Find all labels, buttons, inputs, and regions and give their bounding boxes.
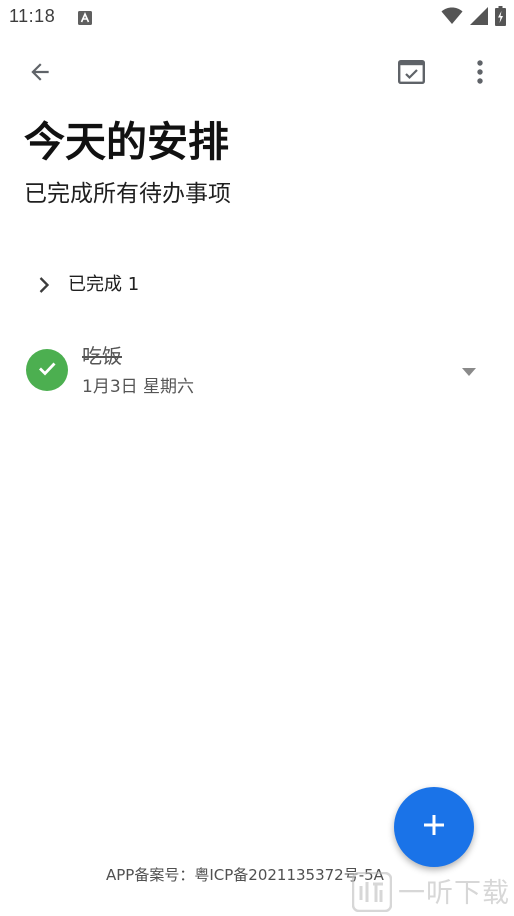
task-title: 吃饭 xyxy=(82,344,122,368)
status-bar: 11:18 xyxy=(0,0,514,36)
wifi-icon xyxy=(441,7,463,29)
watermark-logo-icon xyxy=(351,871,393,916)
task-complete-toggle[interactable] xyxy=(26,349,68,391)
task-date: 1月3日 星期六 xyxy=(82,377,195,397)
task-row[interactable]: 吃饭 1月3日 星期六 xyxy=(0,334,514,408)
chevron-right-icon xyxy=(24,262,64,308)
a-icon xyxy=(78,10,92,29)
completed-section-label: 已完成 1 xyxy=(68,274,140,295)
status-icons xyxy=(441,6,506,30)
toolbar xyxy=(0,50,514,98)
dropdown-triangle-icon xyxy=(462,361,476,380)
footer-license-text: APP备案号：粤ICP备2021135372号-5A xyxy=(106,866,384,884)
watermark-text: 一听下载 xyxy=(398,878,510,909)
more-vertical-icon xyxy=(476,59,484,89)
mark-complete-button[interactable] xyxy=(387,50,435,98)
page-subtitle: 已完成所有待办事项 xyxy=(24,181,231,207)
add-task-button[interactable] xyxy=(394,787,474,867)
status-time: 11:18 xyxy=(9,6,56,26)
calendar-check-icon xyxy=(397,60,425,88)
arrow-back-icon xyxy=(27,59,53,89)
check-icon xyxy=(35,356,59,384)
plus-icon xyxy=(422,813,446,841)
battery-charging-icon xyxy=(495,6,506,30)
more-options-button[interactable] xyxy=(456,50,504,98)
back-button[interactable] xyxy=(16,50,64,98)
completed-section-toggle[interactable]: 已完成 1 xyxy=(24,262,490,308)
signal-icon xyxy=(470,7,488,29)
page-title: 今天的安排 xyxy=(24,118,229,166)
task-expand-button[interactable] xyxy=(453,356,485,384)
watermark: 一听下载 xyxy=(351,871,510,916)
